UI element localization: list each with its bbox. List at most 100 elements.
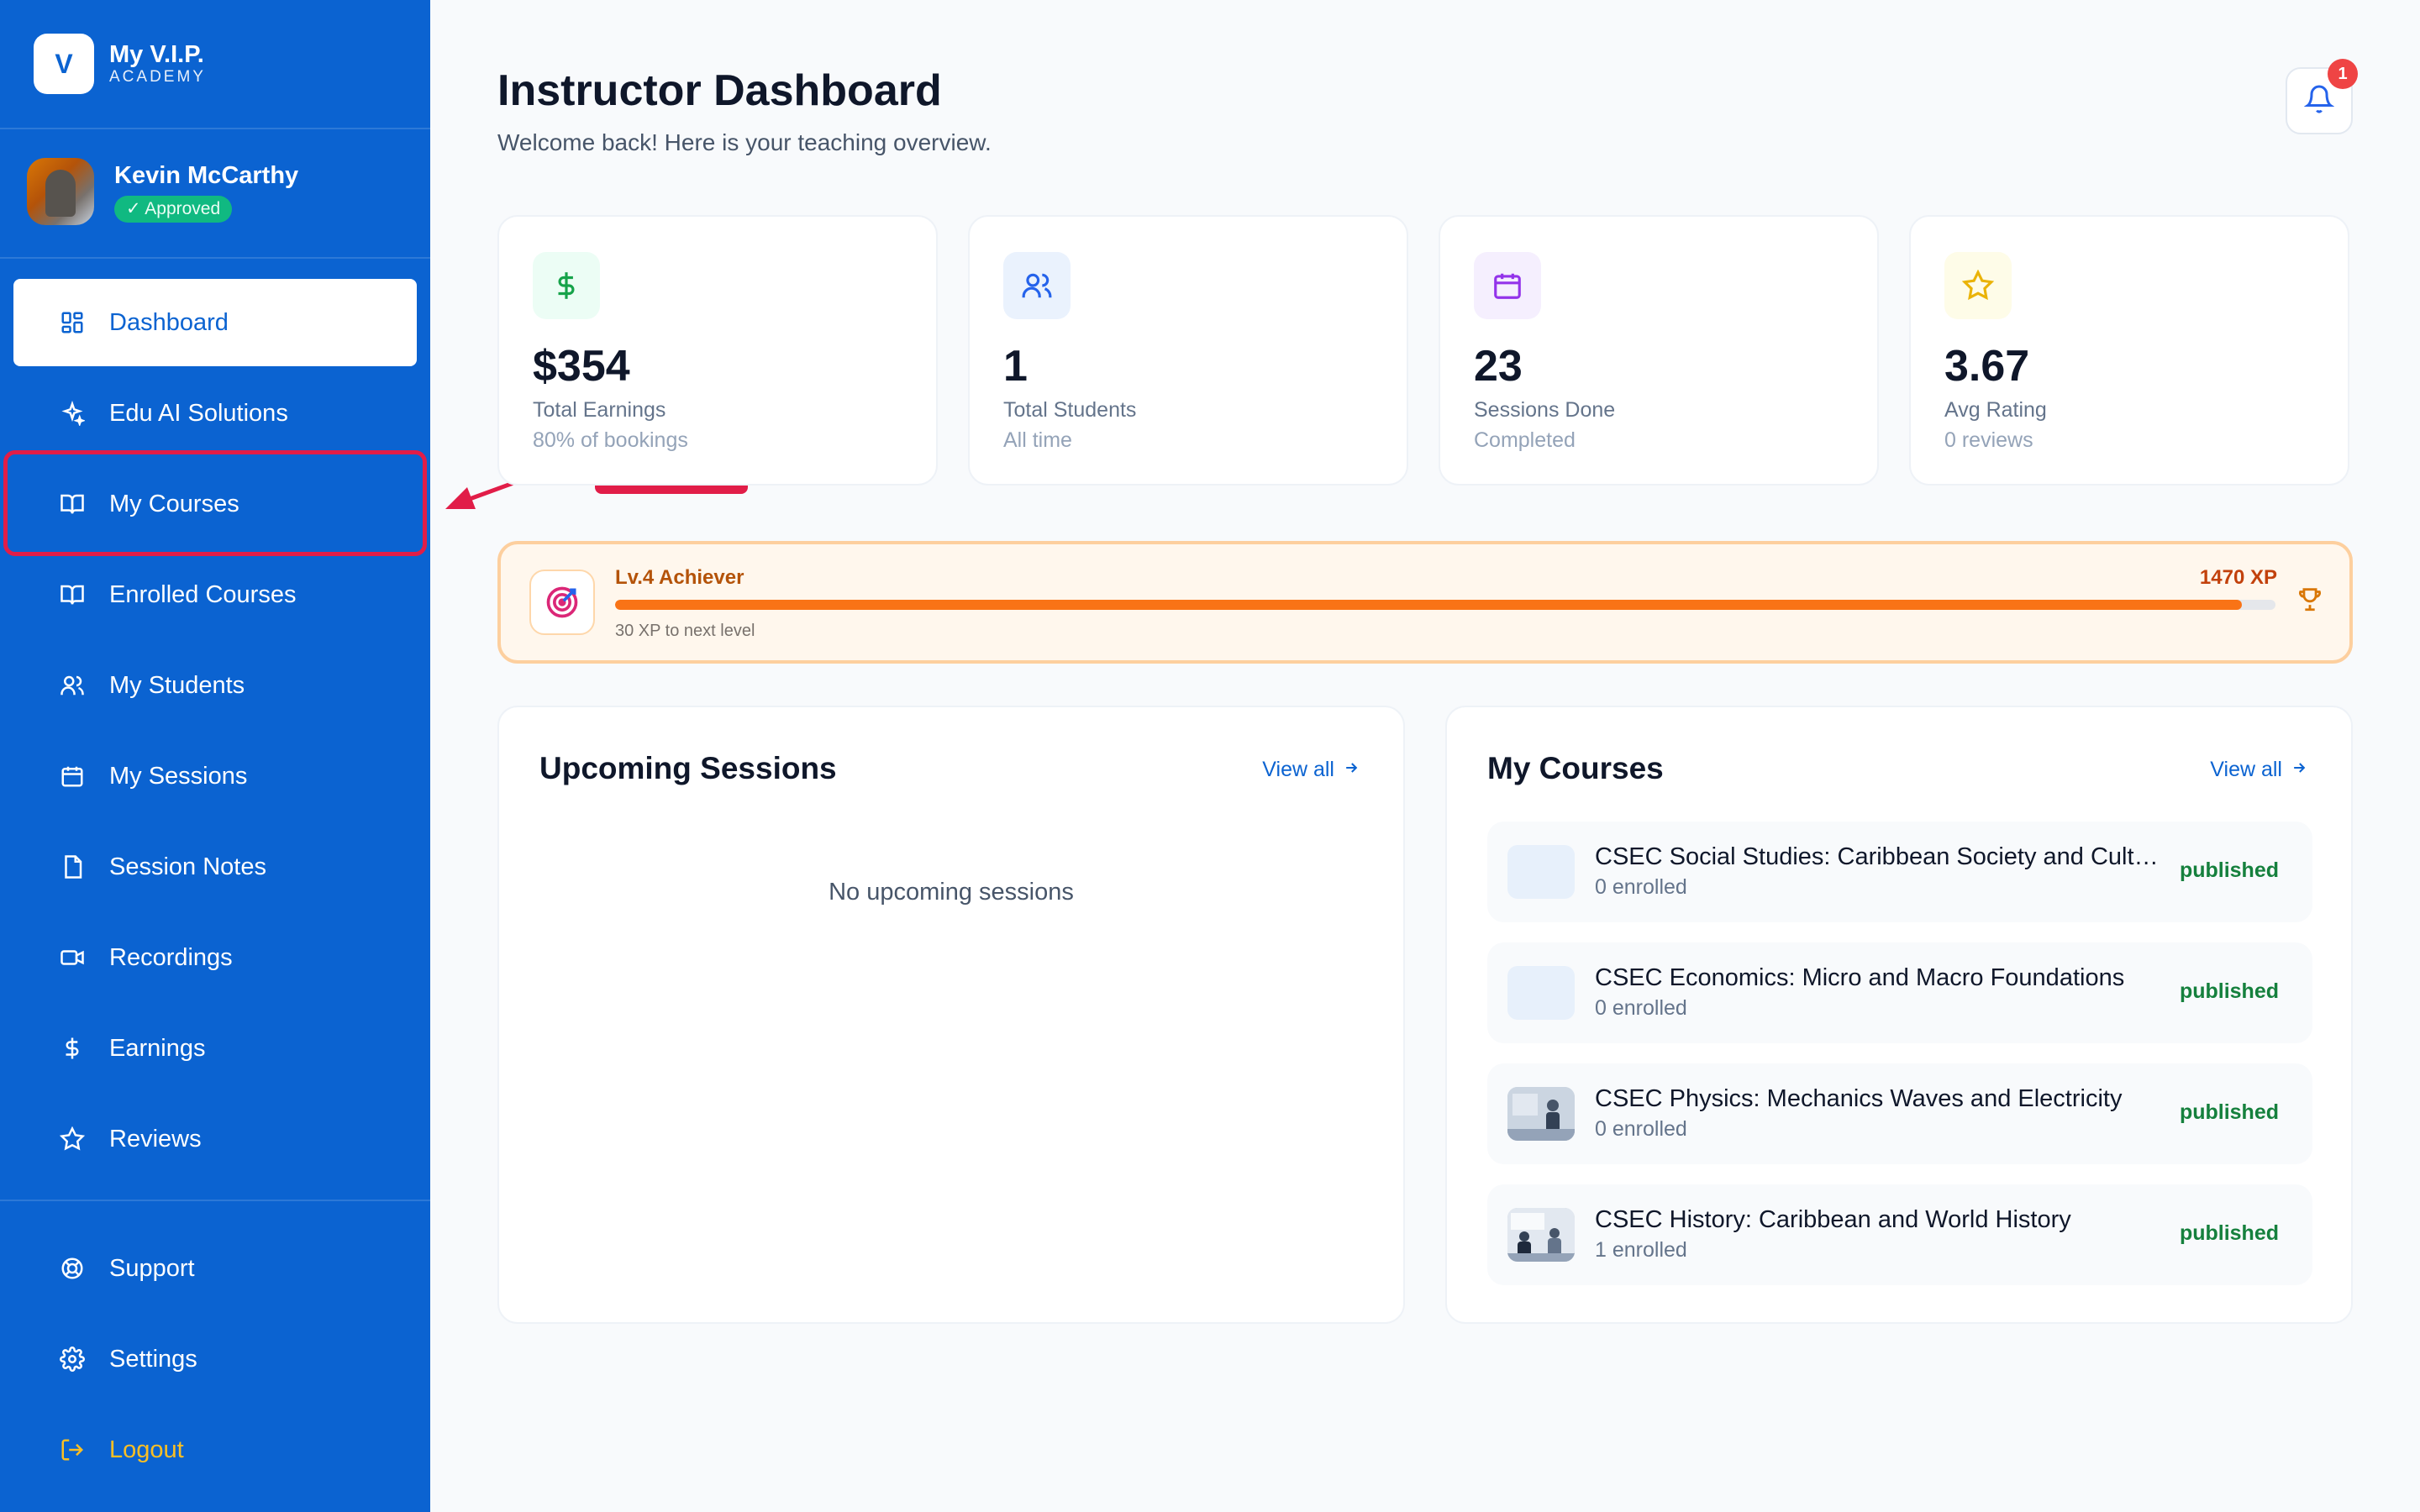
page-title: Instructor Dashboard xyxy=(497,66,942,115)
highlight-box xyxy=(3,450,427,556)
course-enrolled: 0 enrolled xyxy=(1595,1117,1687,1141)
file-icon xyxy=(59,853,86,880)
course-enrolled: 0 enrolled xyxy=(1595,875,1687,899)
stat-card-rating: 3.67 Avg Rating 0 reviews xyxy=(1909,215,2349,486)
xp-progress-card: Lv.4 Achiever 1470 XP 30 XP to next leve… xyxy=(497,541,2353,664)
sidebar-item-dashboard[interactable]: Dashboard xyxy=(13,279,417,366)
sidebar-item-earnings[interactable]: Earnings xyxy=(13,1005,417,1092)
profile-name: Kevin McCarthy xyxy=(114,162,299,189)
panel-title: My Courses xyxy=(1487,751,1664,785)
sidebar-item-label: Session Notes xyxy=(109,853,266,880)
sidebar-item-reviews[interactable]: Reviews xyxy=(13,1095,417,1183)
profile: Kevin McCarthy ✓ Approved xyxy=(27,158,298,225)
course-status-badge: published xyxy=(2179,1100,2279,1124)
sidebar-item-support[interactable]: Support xyxy=(13,1225,417,1312)
empty-state: No upcoming sessions xyxy=(829,879,1074,906)
dollar-icon xyxy=(59,1035,86,1062)
sidebar-item-recordings[interactable]: Recordings xyxy=(13,914,417,1001)
stat-card-students: 1 Total Students All time xyxy=(968,215,1408,486)
sidebar: V My V.I.P. ACADEMY Kevin McCarthy ✓ App… xyxy=(0,0,430,1512)
panel-title: Upcoming Sessions xyxy=(539,751,837,785)
view-all-label: View all xyxy=(1262,758,1334,781)
stat-label: Total Students xyxy=(1003,398,1137,422)
bell-icon xyxy=(2303,84,2335,118)
stat-value: 23 xyxy=(1474,342,1523,391)
view-all-courses-link[interactable]: View all xyxy=(2210,758,2307,782)
logout-icon xyxy=(59,1436,86,1463)
course-title: CSEC Social Studies: Caribbean Society a… xyxy=(1595,843,2166,870)
sidebar-item-label: Earnings xyxy=(109,1034,206,1062)
sidebar-item-my-sessions[interactable]: My Sessions xyxy=(13,732,417,820)
stat-value: 3.67 xyxy=(1944,342,2030,391)
sidebar-item-my-students[interactable]: My Students xyxy=(13,642,417,729)
view-all-label: View all xyxy=(2210,758,2282,781)
stat-sub: 80% of bookings xyxy=(533,428,688,452)
sidebar-item-label: Settings xyxy=(109,1345,197,1373)
course-thumbnail xyxy=(1507,1087,1575,1141)
course-title: CSEC History: Caribbean and World Histor… xyxy=(1595,1206,2071,1233)
arrow-right-icon xyxy=(1343,758,1360,782)
divider xyxy=(0,1200,430,1201)
brand-name: My V.I.P. xyxy=(109,41,204,68)
sparkles-icon xyxy=(59,400,86,427)
trophy-icon xyxy=(2296,585,2324,617)
course-status-badge: published xyxy=(2179,979,2279,1003)
course-row[interactable]: CSEC Economics: Micro and Macro Foundati… xyxy=(1487,942,2312,1043)
sidebar-item-label: My Students xyxy=(109,671,245,699)
arrow-right-icon xyxy=(2291,758,2307,782)
sidebar-item-logout[interactable]: Logout xyxy=(13,1406,417,1494)
brand-subtitle: ACADEMY xyxy=(109,68,206,86)
course-row[interactable]: CSEC Physics: Mechanics Waves and Electr… xyxy=(1487,1063,2312,1164)
stat-label: Sessions Done xyxy=(1474,398,1616,422)
stat-card-earnings: $354 Total Earnings 80% of bookings xyxy=(497,215,938,486)
my-courses-panel: My Courses View all CSEC Social Studies:… xyxy=(1445,706,2353,1324)
sidebar-item-enrolled-courses[interactable]: Enrolled Courses xyxy=(13,551,417,638)
view-all-sessions-link[interactable]: View all xyxy=(1262,758,1360,782)
brand-logo: V xyxy=(34,34,94,94)
dollar-icon xyxy=(533,252,600,319)
course-row[interactable]: CSEC History: Caribbean and World Histor… xyxy=(1487,1184,2312,1285)
sidebar-item-label: Recordings xyxy=(109,943,233,971)
upcoming-sessions-panel: Upcoming Sessions View all No upcoming s… xyxy=(497,706,1405,1324)
calendar-icon xyxy=(59,763,86,790)
xp-progress-bar xyxy=(615,600,2275,610)
stat-sub: All time xyxy=(1003,428,1072,452)
course-status-badge: published xyxy=(2179,1221,2279,1245)
avatar xyxy=(27,158,94,225)
sidebar-item-settings[interactable]: Settings xyxy=(13,1315,417,1403)
sidebar-item-label: Logout xyxy=(109,1436,184,1463)
divider xyxy=(0,128,430,129)
course-enrolled: 1 enrolled xyxy=(1595,1238,1687,1262)
stat-sub: Completed xyxy=(1474,428,1576,452)
lifebuoy-icon xyxy=(59,1255,86,1282)
brand[interactable]: V My V.I.P. ACADEMY xyxy=(34,34,206,94)
book-icon xyxy=(59,581,86,608)
xp-progress-fill xyxy=(615,600,2243,610)
notification-count-badge: 1 xyxy=(2328,59,2358,89)
sidebar-item-label: Enrolled Courses xyxy=(109,580,297,608)
target-icon xyxy=(529,570,595,635)
course-thumbnail xyxy=(1507,845,1575,899)
star-icon xyxy=(1944,252,2012,319)
stat-value: 1 xyxy=(1003,342,1028,391)
sidebar-item-session-notes[interactable]: Session Notes xyxy=(13,823,417,911)
sidebar-item-label: Support xyxy=(109,1254,195,1282)
divider xyxy=(0,257,430,259)
stat-sub: 0 reviews xyxy=(1944,428,2033,452)
course-title: CSEC Economics: Micro and Macro Foundati… xyxy=(1595,964,2125,991)
xp-next-level: 30 XP to next level xyxy=(615,622,755,640)
stat-card-sessions: 23 Sessions Done Completed xyxy=(1439,215,1879,486)
calendar-icon xyxy=(1474,252,1541,319)
video-icon xyxy=(59,944,86,971)
sidebar-item-edu-ai-solutions[interactable]: Edu AI Solutions xyxy=(13,370,417,457)
gear-icon xyxy=(59,1346,86,1373)
stat-label: Total Earnings xyxy=(533,398,666,422)
xp-level: Lv.4 Achiever xyxy=(615,566,744,589)
stat-value: $354 xyxy=(533,342,630,391)
sidebar-item-label: Dashboard xyxy=(109,308,229,336)
status-badge: ✓ Approved xyxy=(114,196,233,223)
course-row[interactable]: CSEC Social Studies: Caribbean Society a… xyxy=(1487,822,2312,922)
course-thumbnail xyxy=(1507,1208,1575,1262)
course-title: CSEC Physics: Mechanics Waves and Electr… xyxy=(1595,1085,2123,1112)
sidebar-item-label: Reviews xyxy=(109,1125,202,1152)
